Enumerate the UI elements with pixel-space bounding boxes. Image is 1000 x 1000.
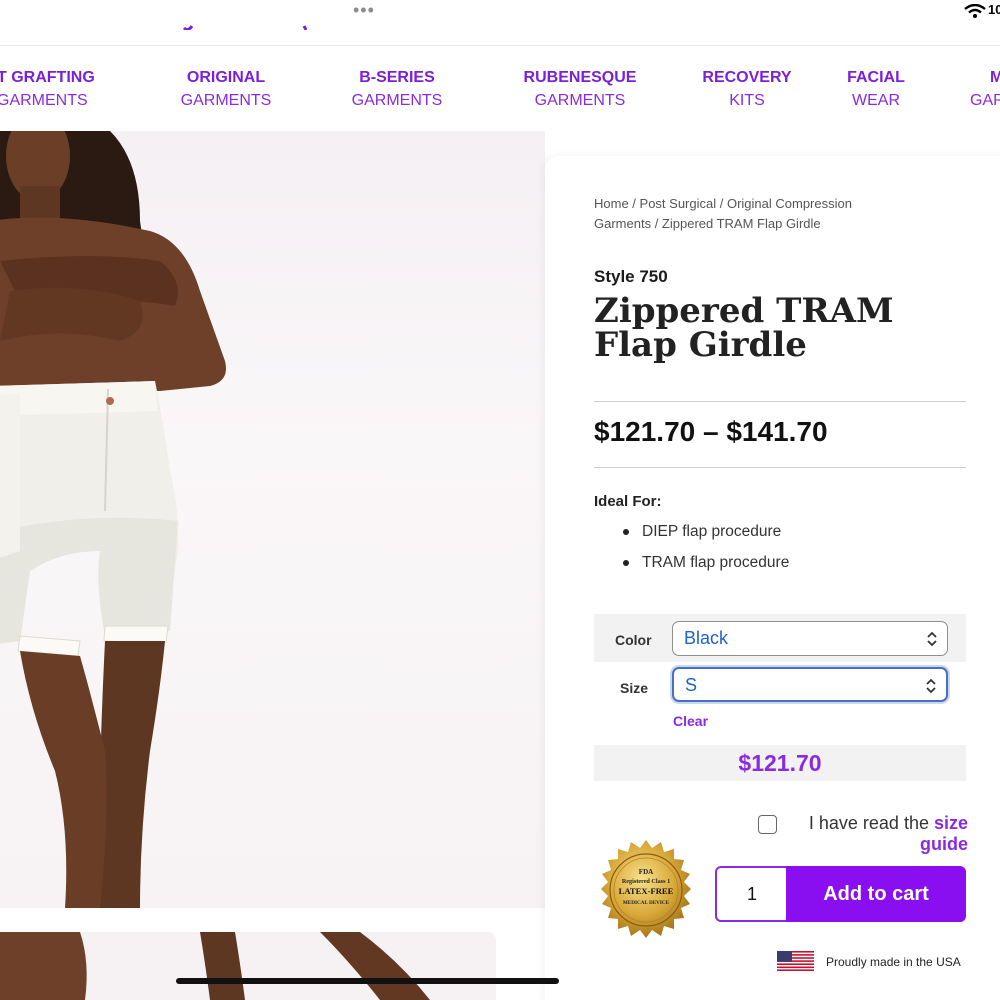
nav-item-rubenesque[interactable]: RUBENESQUE GARMENTS	[515, 68, 645, 114]
divider	[594, 401, 966, 402]
nav-item-label: M	[990, 69, 1000, 86]
nav-item-recovery[interactable]: RECOVERY KITS	[697, 68, 797, 114]
divider	[594, 467, 966, 468]
nav-item-sublabel: WEAR	[852, 92, 900, 109]
size-select[interactable]: S	[672, 667, 948, 702]
site-logo-partial	[182, 25, 308, 30]
list-item: DIEP flap procedure	[594, 521, 789, 552]
seal-line4: MEDICAL DEVICE	[623, 900, 670, 906]
nav-item-b-series[interactable]: B-SERIES GARMENTS	[342, 68, 452, 114]
ideal-for-label: Ideal For:	[594, 493, 662, 510]
select-chevron-icon	[926, 678, 936, 694]
color-select-value: Black	[684, 628, 729, 648]
seal-line2: Registered Class 1	[622, 878, 670, 885]
ideal-for-list: DIEP flap procedure TRAM flap procedure	[594, 521, 789, 583]
size-label: Size	[620, 680, 649, 696]
status-bar: ••• 10	[0, 0, 1000, 46]
breadcrumb: Home / Post Surgical / Original Compress…	[594, 194, 894, 234]
product-page: ••• 10 T GRAFTING GARMENTS ORIGINAL GARM…	[0, 0, 1000, 1000]
variation-price: $121.70	[594, 745, 966, 781]
seal-line3: LATEX-FREE	[619, 886, 674, 896]
nav-item-label: B-SERIES	[359, 69, 435, 86]
nav-item-facial[interactable]: FACIAL WEAR	[836, 68, 916, 114]
breadcrumb-separator: /	[628, 196, 640, 211]
fda-latex-free-seal-icon: FDA Registered Class 1 LATEX-FREE MEDICA…	[601, 840, 691, 938]
nav-item-original[interactable]: ORIGINAL GARMENTS	[170, 68, 282, 114]
battery-percentage: 10	[988, 2, 1000, 17]
style-number: Style 750	[594, 267, 668, 286]
nav-item-sublabel: KITS	[729, 92, 765, 109]
usa-flag-icon	[777, 951, 814, 971]
price-range: $121.70 – $141.70	[594, 416, 828, 447]
clear-variations-link[interactable]: Clear	[673, 713, 708, 729]
nav-item-sublabel: GARMENTS	[180, 92, 272, 109]
nav-item-label: RUBENESQUE	[523, 69, 637, 86]
seal-line1: FDA	[639, 868, 653, 876]
size-select-value: S	[685, 675, 698, 695]
nav-item-label: T GRAFTING	[0, 69, 95, 86]
color-select[interactable]: Black	[672, 621, 948, 656]
thumbnail-image	[0, 932, 430, 1000]
nav-item-fat-grafting[interactable]: T GRAFTING GARMENTS	[0, 68, 95, 114]
home-indicator[interactable]	[176, 978, 559, 984]
nav-item-label: RECOVERY	[702, 69, 792, 86]
product-image[interactable]	[0, 131, 545, 908]
product-summary-panel: Home / Post Surgical / Original Compress…	[545, 156, 1000, 1000]
nav-item-sublabel: GARMENTS	[0, 92, 88, 109]
nav-item-sublabel: GAR	[970, 92, 1000, 109]
nav-item-more[interactable]: M GAR	[970, 68, 1000, 114]
list-item: TRAM flap procedure	[594, 552, 789, 583]
model-photo	[0, 131, 226, 908]
breadcrumb-separator: /	[651, 216, 662, 231]
add-to-cart-button[interactable]: Add to cart	[786, 866, 966, 922]
wifi-icon	[964, 4, 986, 18]
breadcrumb-separator: /	[716, 196, 727, 211]
select-chevron-icon	[927, 631, 937, 647]
size-guide-text: I have read the	[808, 813, 934, 833]
multitasking-dots-icon[interactable]: •••	[353, 1, 375, 19]
made-in-usa-text: Proudly made in the USA	[826, 955, 961, 969]
product-title: Zippered TRAM Flap Girdle	[594, 291, 894, 365]
size-guide-checkbox[interactable]	[758, 815, 777, 834]
breadcrumb-current: Zippered TRAM Flap Girdle	[661, 216, 821, 231]
nav-item-sublabel: GARMENTS	[534, 92, 626, 109]
breadcrumb-post-surgical[interactable]: Post Surgical	[640, 196, 717, 211]
nav-item-label: ORIGINAL	[186, 69, 266, 86]
color-label: Color	[615, 632, 652, 648]
nav-item-sublabel: GARMENTS	[351, 92, 443, 109]
thumbnail-strip[interactable]	[0, 932, 496, 1000]
category-nav: T GRAFTING GARMENTS ORIGINAL GARMENTS B-…	[0, 47, 1000, 131]
nav-item-label: FACIAL	[847, 69, 905, 86]
breadcrumb-home[interactable]: Home	[594, 196, 629, 211]
quantity-input[interactable]: 1	[715, 866, 787, 922]
size-guide-confirmation: I have read the size guide	[790, 813, 968, 855]
